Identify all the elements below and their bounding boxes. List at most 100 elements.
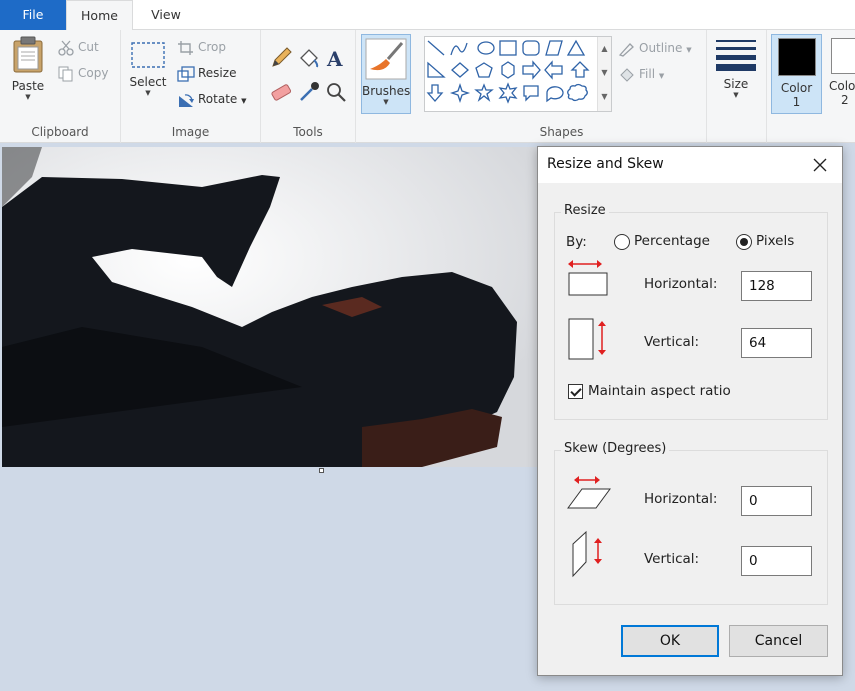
- skew-vertical-icon: [572, 530, 602, 578]
- skew-horizontal-input[interactable]: 0: [741, 486, 812, 516]
- clipboard-group: Paste ▼ Cut Copy Clipboard: [0, 30, 121, 143]
- select-button[interactable]: Select ▼: [127, 40, 169, 97]
- brushes-button[interactable]: Brushes ▼: [361, 34, 411, 114]
- fill-dropdown-icon[interactable]: ▼: [659, 72, 664, 80]
- tab-file[interactable]: File: [0, 0, 66, 30]
- skew-vertical-input[interactable]: 0: [741, 546, 812, 576]
- by-label: By:: [566, 234, 587, 250]
- color2-swatch: [831, 38, 855, 74]
- paste-label: Paste: [11, 79, 45, 93]
- select-dropdown-icon[interactable]: ▼: [127, 89, 169, 97]
- image-group-label: Image: [171, 125, 210, 139]
- skew-legend: Skew (Degrees): [561, 441, 670, 456]
- dialog-titlebar[interactable]: Resize and Skew: [538, 147, 842, 183]
- tab-view[interactable]: View: [133, 0, 199, 30]
- chevron-down-icon[interactable]: ▼: [598, 61, 611, 85]
- canvas-image[interactable]: [2, 147, 542, 467]
- fill-button[interactable]: Fill ▼: [618, 64, 664, 84]
- brushes-label: Brushes: [362, 84, 411, 98]
- canvas-resize-handle-bottom[interactable]: [319, 468, 324, 473]
- paste-button[interactable]: Paste ▼: [6, 36, 50, 101]
- resize-button[interactable]: Resize: [177, 63, 236, 83]
- pixels-radio[interactable]: [736, 234, 752, 250]
- fill-label: Fill: [639, 67, 656, 81]
- paste-icon: [13, 36, 43, 73]
- photo-silhouette: [2, 147, 542, 467]
- outline-dropdown-icon[interactable]: ▼: [686, 46, 691, 54]
- maintain-aspect-checkbox[interactable]: [568, 384, 583, 399]
- tools-group: A Tools: [261, 30, 356, 143]
- fill-icon: [620, 67, 634, 82]
- rotate-label: Rotate: [198, 92, 238, 106]
- resize-horizontal-input[interactable]: 128: [741, 271, 812, 301]
- resize-label: Resize: [198, 66, 237, 80]
- size-button[interactable]: Size ▼: [713, 38, 759, 99]
- copy-button[interactable]: Copy: [57, 63, 108, 83]
- cut-button[interactable]: Cut: [57, 37, 99, 57]
- pixels-label[interactable]: Pixels: [756, 233, 794, 249]
- crop-icon: [178, 40, 193, 55]
- resize-vertical-input[interactable]: 64: [741, 328, 812, 358]
- close-icon: [813, 158, 827, 172]
- shapes-gallery-scrollbar[interactable]: ▲ ▼ ▼: [597, 37, 611, 111]
- pencil-icon[interactable]: [269, 46, 293, 70]
- copy-label: Copy: [78, 66, 109, 80]
- cancel-button[interactable]: Cancel: [729, 625, 828, 657]
- maintain-aspect-label[interactable]: Maintain aspect ratio: [588, 383, 731, 399]
- outline-button[interactable]: Outline ▼: [618, 38, 692, 58]
- svg-text:A: A: [326, 47, 343, 70]
- color1-label: Color: [780, 81, 813, 95]
- outline-label: Outline: [639, 41, 683, 55]
- percentage-radio[interactable]: [614, 234, 630, 250]
- resize-icon: [177, 65, 195, 82]
- tab-home[interactable]: Home: [66, 0, 133, 31]
- color-picker-icon[interactable]: [297, 80, 321, 104]
- resize-skew-dialog: Resize and Skew Resize By: Percentage Pi…: [537, 146, 843, 676]
- image-group: Select ▼ Crop Resize Rotate ▼ Image: [121, 30, 261, 143]
- color2-label: Colo: [829, 79, 855, 93]
- color1-index: 1: [792, 95, 801, 109]
- size-group: Size ▼: [707, 30, 767, 143]
- resize-horizontal-icon: [568, 260, 608, 296]
- crop-label: Crop: [198, 40, 227, 54]
- skew-vertical-label: Vertical:: [644, 551, 700, 567]
- skew-horizontal-label: Horizontal:: [644, 491, 718, 507]
- color1-swatch: [777, 38, 816, 76]
- rotate-button[interactable]: Rotate ▼: [177, 89, 247, 109]
- color1-button[interactable]: Color 1: [771, 34, 822, 114]
- percentage-label[interactable]: Percentage: [634, 233, 710, 249]
- tools-group-label: Tools: [293, 125, 323, 139]
- ribbon-tab-strip: File Home View: [0, 0, 855, 31]
- dialog-title: Resize and Skew: [547, 156, 664, 172]
- ok-button[interactable]: OK: [621, 625, 719, 657]
- resize-vertical-label: Vertical:: [644, 334, 700, 350]
- outline-icon: [618, 42, 634, 57]
- select-label: Select: [129, 75, 167, 89]
- shapes-gallery[interactable]: ▲ ▼ ▼: [424, 36, 612, 112]
- gallery-expand-icon[interactable]: ▼: [598, 85, 611, 109]
- clipboard-group-label: Clipboard: [31, 125, 89, 139]
- resize-legend: Resize: [561, 203, 609, 218]
- resize-horizontal-label: Horizontal:: [644, 276, 718, 292]
- close-button[interactable]: [798, 147, 842, 183]
- shapes-group-label: Shapes: [539, 125, 584, 139]
- rotate-dropdown-icon[interactable]: ▼: [241, 97, 246, 105]
- cut-label: Cut: [78, 40, 99, 54]
- rotate-icon: [179, 93, 194, 107]
- chevron-up-icon[interactable]: ▲: [598, 37, 611, 61]
- shapes-gallery-icons[interactable]: [425, 37, 599, 111]
- fill-bucket-icon[interactable]: [297, 46, 321, 70]
- magnifier-icon[interactable]: [324, 80, 348, 104]
- brush-icon: [365, 38, 407, 80]
- cut-icon: [58, 40, 74, 56]
- brushes-dropdown-icon[interactable]: ▼: [362, 98, 410, 106]
- eraser-icon[interactable]: [269, 80, 293, 104]
- crop-button[interactable]: Crop: [177, 37, 226, 57]
- text-icon[interactable]: A: [324, 46, 348, 70]
- color2-button[interactable]: Colo 2: [827, 34, 855, 114]
- size-lines-icon: [716, 40, 756, 71]
- copy-icon: [58, 66, 73, 81]
- size-dropdown-icon[interactable]: ▼: [713, 91, 759, 99]
- size-label: Size: [723, 77, 749, 91]
- paste-dropdown-icon[interactable]: ▼: [6, 93, 50, 101]
